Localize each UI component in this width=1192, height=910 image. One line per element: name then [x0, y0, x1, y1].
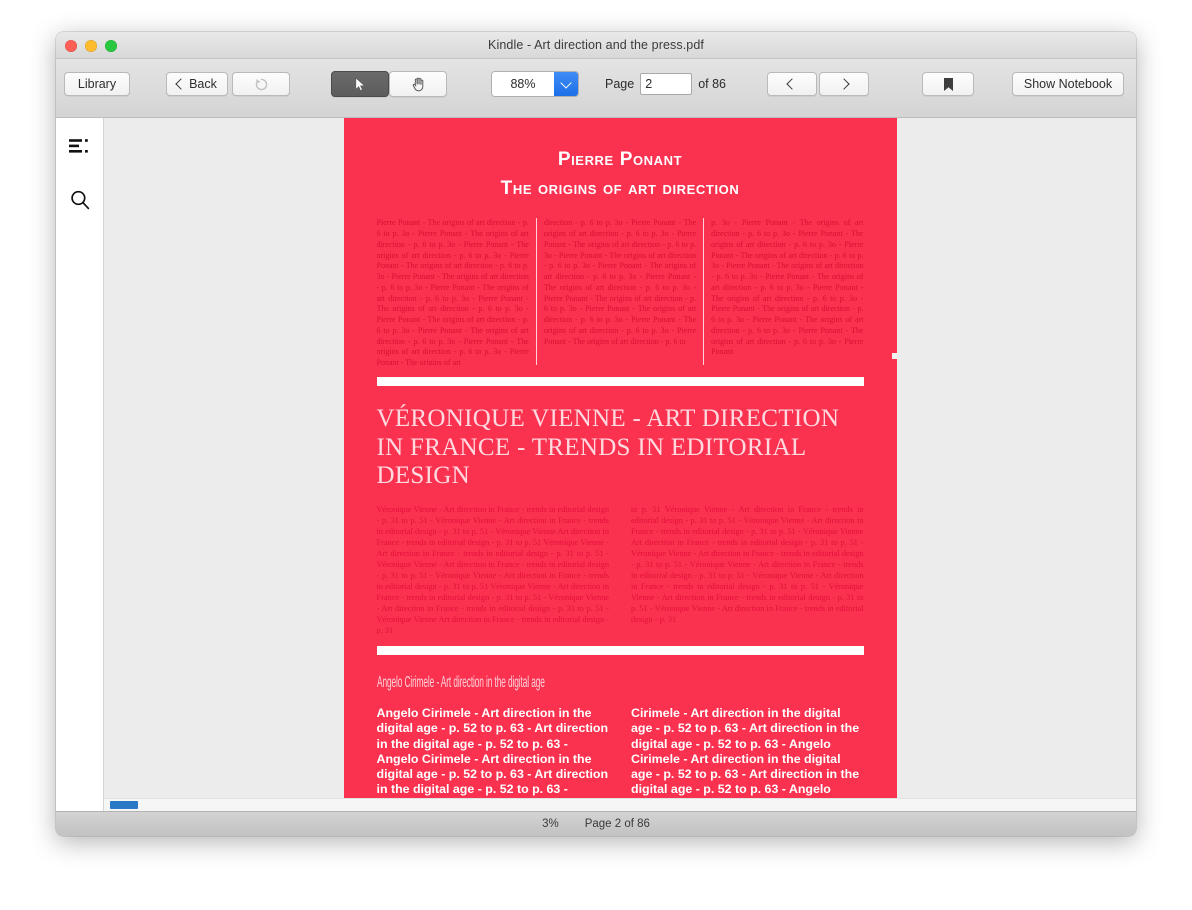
zoom-level-value: 88% — [492, 72, 554, 96]
horizontal-scrollbar[interactable] — [104, 798, 1136, 811]
reload-icon — [255, 78, 267, 90]
section-1-column-1: Pierre Ponant - The origins of art direc… — [376, 218, 529, 366]
previous-page-button[interactable] — [767, 72, 817, 96]
back-button-label: Back — [189, 77, 217, 91]
page-total-label: of 86 — [698, 77, 727, 91]
section-1-column-3: p. 3o - Pierre Ponant - The origins of a… — [703, 218, 863, 366]
show-notebook-button[interactable]: Show Notebook — [1012, 72, 1124, 96]
library-button-label: Library — [77, 77, 117, 91]
chevron-right-icon — [838, 78, 850, 90]
section-2-title: VÉRONIQUE VIENNE - ART DIRECTION IN FRAN… — [376, 405, 840, 489]
section-3-title: Angelo Cirimele - Art direction in the d… — [376, 674, 545, 692]
application-window: Kindle - Art direction and the press.pdf… — [56, 32, 1136, 836]
section-3-column-1: Angelo Cirimele - Art direction in the d… — [376, 706, 609, 811]
toolbar: Library Back 88% Page 2 of 86 Show Noteb… — [56, 59, 1136, 118]
section-1-columns: Pierre Ponant - The origins of art direc… — [376, 218, 864, 366]
bookmark-button[interactable] — [922, 72, 974, 96]
section-1-column-2: direction - p. 6 to p. 3o - Pierre Ponan… — [535, 218, 703, 366]
show-notebook-label: Show Notebook — [1023, 77, 1113, 91]
window-title: Kindle - Art direction and the press.pdf — [488, 38, 704, 52]
document-header-title: The origins of art direction — [500, 177, 740, 199]
reload-button[interactable] — [232, 72, 290, 96]
select-tool-button[interactable] — [331, 71, 389, 97]
reading-progress: 3% — [542, 818, 559, 830]
page-edge-notch — [891, 353, 897, 359]
document-header-author: Pierre Ponant — [557, 149, 683, 170]
bookmark-icon — [943, 77, 953, 91]
section-divider-2 — [376, 646, 864, 656]
page-status: Page 2 of 86 — [584, 818, 650, 830]
chevron-down-icon[interactable] — [554, 72, 578, 96]
pdf-viewer[interactable]: Pierre Ponant The origins of art directi… — [104, 118, 1136, 811]
back-button[interactable]: Back — [166, 72, 228, 96]
search-icon — [70, 190, 89, 210]
section-divider-1 — [376, 377, 864, 387]
section-3-columns: Angelo Cirimele - Art direction in the d… — [377, 706, 864, 811]
left-sidebar-rail — [56, 118, 104, 811]
next-page-button[interactable] — [819, 72, 869, 96]
section-2-column-2: to p. 51 Véronique Vienne - Art directio… — [631, 505, 864, 625]
chevron-left-icon — [175, 78, 187, 90]
page-navigation-group: Page of 86 — [605, 71, 726, 97]
hand-tool-button[interactable] — [389, 71, 447, 97]
screen: Kindle - Art direction and the press.pdf… — [0, 0, 1192, 910]
page-number-input[interactable] — [640, 73, 693, 95]
outline-icon — [68, 139, 88, 153]
body-area: Pierre Ponant The origins of art directi… — [56, 118, 1136, 811]
library-button[interactable]: Library — [64, 72, 130, 96]
section-2-column-1: Véronique Vienne - Art direction in Fran… — [376, 505, 610, 635]
zoom-level-select[interactable]: 88% — [491, 71, 579, 97]
page-label: Page — [605, 77, 635, 91]
horizontal-scrollbar-thumb[interactable] — [110, 801, 138, 809]
search-button[interactable] — [65, 185, 95, 215]
section-3-column-2: Cirimele - Art direction in the digital … — [631, 706, 860, 811]
hand-icon — [412, 77, 423, 92]
window-titlebar: Kindle - Art direction and the press.pdf — [56, 32, 1136, 59]
section-2-columns: Véronique Vienne - Art direction in Fran… — [377, 504, 864, 634]
outline-button[interactable] — [65, 131, 95, 161]
arrow-cursor-icon — [355, 76, 365, 91]
chevron-left-icon — [786, 78, 798, 90]
statusbar: 3% Page 2 of 86 — [56, 811, 1136, 836]
pdf-page: Pierre Ponant The origins of art directi… — [343, 118, 897, 811]
